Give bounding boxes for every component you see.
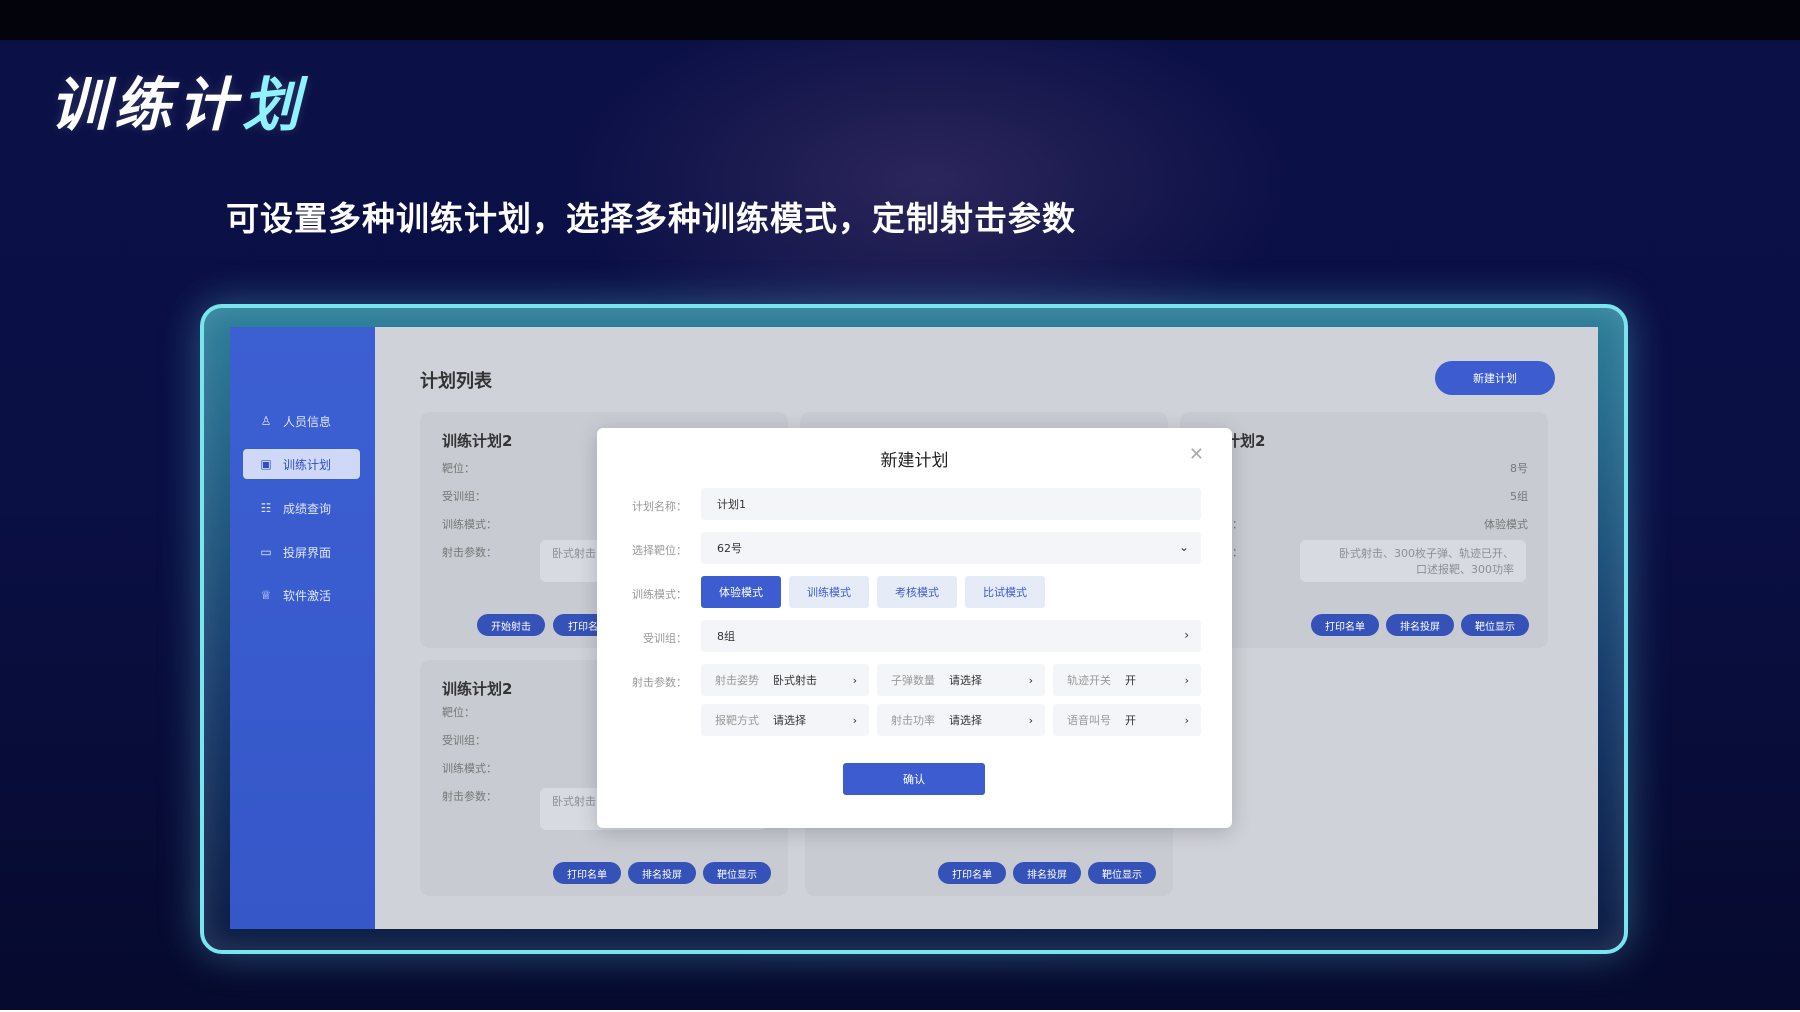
mode-label: 训练模式： <box>632 588 687 601</box>
param-voice-field[interactable]: 语音叫号 开 › <box>1053 704 1201 736</box>
sidebar-item-screen-cast[interactable]: ▭ 投屏界面 <box>243 537 360 567</box>
chevron-right-icon: › <box>1184 713 1189 727</box>
print-list-button[interactable]: 打印名单 <box>553 862 621 884</box>
chevron-right-icon: › <box>852 713 857 727</box>
start-shooting-button[interactable]: 开始射击 <box>477 614 545 636</box>
monitor-icon: ▭ <box>260 545 272 559</box>
score-icon: ☷ <box>260 501 272 515</box>
card-label: 靶位： <box>442 706 475 719</box>
param-bullets-field[interactable]: 子弹数量 请选择 › <box>877 664 1045 696</box>
card-label: 受训组： <box>442 490 486 503</box>
target-label: 选择靶位： <box>632 544 687 557</box>
user-icon: ♙ <box>260 414 272 428</box>
mode-training-button[interactable]: 训练模式 <box>789 576 869 608</box>
new-plan-button[interactable]: 新建计划 <box>1435 361 1555 395</box>
param-trajectory-field[interactable]: 轨迹开关 开 › <box>1053 664 1201 696</box>
rank-cast-button[interactable]: 排名投屏 <box>628 862 696 884</box>
param-power-field[interactable]: 射击功率 请选择 › <box>877 704 1045 736</box>
card-value: 8号 <box>1510 462 1528 475</box>
target-display-button[interactable]: 靶位显示 <box>1461 614 1529 636</box>
chevron-right-icon: › <box>1028 713 1033 727</box>
page-title: 计划列表 <box>420 371 492 392</box>
sidebar-item-personnel[interactable]: ♙ 人员信息 <box>243 406 360 436</box>
chevron-right-icon: › <box>852 673 857 687</box>
slide-subtitle: 可设置多种训练计划，选择多种训练模式，定制射击参数 <box>226 199 1076 238</box>
mode-experience-button[interactable]: 体验模式 <box>701 576 781 608</box>
mode-competition-button[interactable]: 比试模式 <box>965 576 1045 608</box>
card-label: 射击参数： <box>442 546 497 559</box>
top-bar <box>0 0 1800 40</box>
target-display-button[interactable]: 靶位显示 <box>1088 862 1156 884</box>
params-label: 射击参数： <box>632 676 687 689</box>
plan-name-input[interactable]: 计划1 <box>701 488 1201 520</box>
plan-name-label: 计划名称： <box>632 500 687 513</box>
card-label: 受训组： <box>442 734 486 747</box>
card-label: 训练模式： <box>442 518 497 531</box>
close-icon[interactable]: ✕ <box>1189 444 1204 465</box>
card-label: 靶位： <box>442 462 475 475</box>
target-select[interactable]: 62号 ⌄ <box>701 532 1201 564</box>
sidebar-item-activation[interactable]: ♕ 软件激活 <box>243 580 360 610</box>
param-posture-field[interactable]: 射击姿势 卧式射击 › <box>701 664 869 696</box>
card-value: 5组 <box>1510 490 1528 503</box>
sidebar-item-score-query[interactable]: ☷ 成绩查询 <box>243 493 360 523</box>
confirm-button[interactable]: 确认 <box>843 763 985 795</box>
slide-title: 训练计划 <box>50 71 307 139</box>
target-display-button[interactable]: 靶位显示 <box>703 862 771 884</box>
new-plan-dialog: 新建计划 ✕ 计划名称： 计划1 选择靶位： 62号 ⌄ 训练模式： 体验模式 … <box>597 428 1232 828</box>
chevron-right-icon: › <box>1028 673 1033 687</box>
card-label: 射击参数： <box>442 790 497 803</box>
chevron-right-icon: › <box>1184 628 1189 642</box>
mode-assessment-button[interactable]: 考核模式 <box>877 576 957 608</box>
print-list-button[interactable]: 打印名单 <box>938 862 1006 884</box>
calendar-icon: ▣ <box>260 457 272 471</box>
print-list-button[interactable]: 打印名单 <box>1311 614 1379 636</box>
card-label: 训练模式： <box>442 762 497 775</box>
rank-cast-button[interactable]: 排名投屏 <box>1013 862 1081 884</box>
card-title: 训练计划2 <box>442 432 513 450</box>
rank-cast-button[interactable]: 排名投屏 <box>1386 614 1454 636</box>
chevron-right-icon: › <box>1184 673 1189 687</box>
dialog-title: 新建计划 <box>880 451 949 471</box>
chevron-down-icon: ⌄ <box>1178 540 1189 554</box>
param-box: 卧式射击、300枚子弹、轨迹已开、 口述报靶、300功率 <box>1300 540 1526 582</box>
group-label: 受训组： <box>643 632 687 645</box>
sidebar: ♙ 人员信息 ▣ 训练计划 ☷ 成绩查询 ▭ 投屏界面 ♕ 软件激活 <box>230 327 375 929</box>
card-title: 训练计划2 <box>442 680 513 698</box>
group-select[interactable]: 8组 › <box>701 620 1201 652</box>
activate-icon: ♕ <box>260 588 272 602</box>
sidebar-item-training-plan[interactable]: ▣ 训练计划 <box>243 449 360 479</box>
card-value: 体验模式 <box>1484 518 1528 531</box>
plan-card: 练计划2 : 8号 组： 5组 模式： 体验模式 参数： 卧式射击、300枚子弹… <box>1180 412 1548 648</box>
param-report-field[interactable]: 报靶方式 请选择 › <box>701 704 869 736</box>
